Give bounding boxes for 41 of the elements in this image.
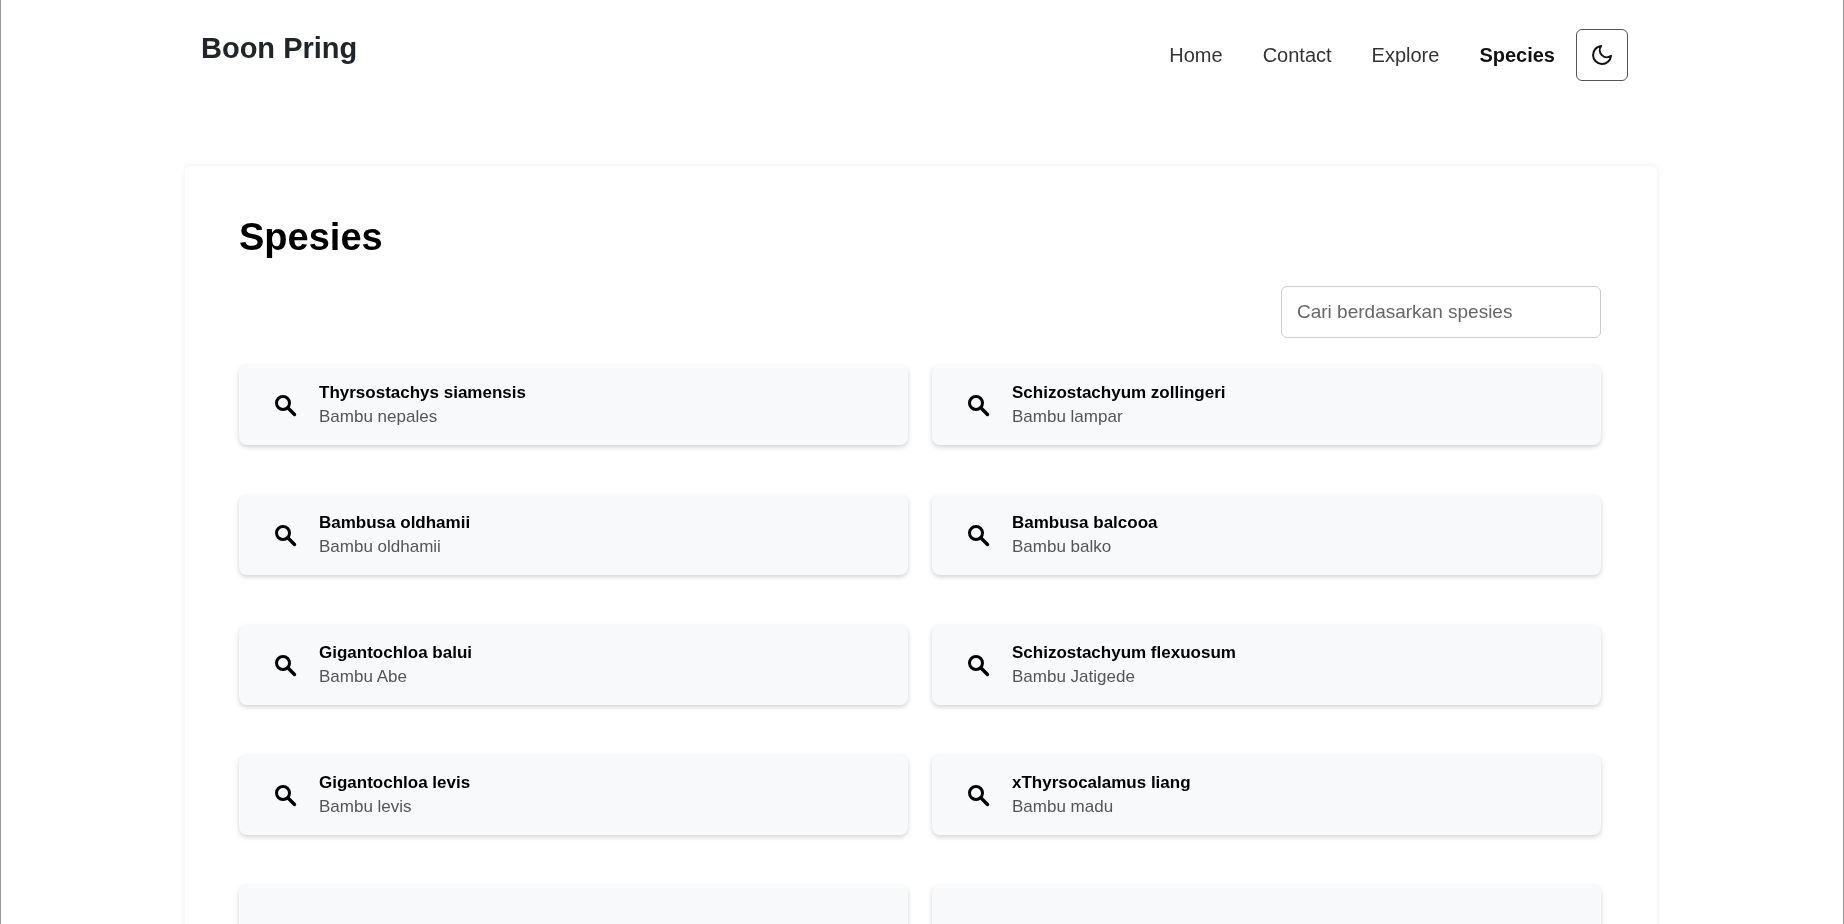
- species-card[interactable]: Thyrsostachys siamensis Bambu nepales: [239, 365, 908, 445]
- species-card[interactable]: xThyrsocalamus liang Bambu madu: [932, 755, 1601, 835]
- species-local-name: Bambu balko: [1012, 537, 1113, 557]
- brand-logo-text[interactable]: Boon Pring: [201, 32, 358, 65]
- species-name: Bambusa balcooa: [1012, 513, 1158, 533]
- species-local-name: Bambu Jatigede: [1012, 667, 1136, 687]
- species-name: Gigantochloa levis: [319, 773, 471, 793]
- species-local-name: Bambu lampar: [1012, 407, 1124, 427]
- species-local-name: Bambu madu: [1012, 797, 1115, 817]
- theme-toggle-button[interactable]: [1576, 29, 1628, 81]
- moon-icon: [1590, 43, 1614, 67]
- search-icon: [966, 653, 990, 677]
- species-name: xThyrsocalamus liang: [1012, 773, 1191, 793]
- species-card[interactable]: Gigantochloa balui Bambu Abe: [239, 625, 908, 705]
- search-icon: [966, 393, 990, 417]
- species-card[interactable]: Gigantochloa levis Bambu levis: [239, 755, 908, 835]
- species-card[interactable]: Bambusa balcooa Bambu balko: [932, 495, 1601, 575]
- search-icon: [273, 393, 297, 417]
- nav-link[interactable]: Home: [1169, 43, 1223, 67]
- search-field[interactable]: Cari berdasarkan spesies: [1281, 286, 1601, 338]
- search-icon: [273, 783, 297, 807]
- nav-link[interactable]: Species: [1479, 43, 1555, 67]
- species-local-name: Bambu nepales: [319, 407, 439, 427]
- species-local-name: Bambu levis: [319, 797, 413, 817]
- species-card[interactable]: Bambusa oldhamii Bambu oldhamii: [239, 495, 908, 575]
- species-local-name: Bambu oldhamii: [319, 537, 442, 557]
- search-icon: [966, 783, 990, 807]
- search-icon: [273, 523, 297, 547]
- species-card[interactable]: Schizostachyum flexuosum Bambu Jatigede: [932, 625, 1601, 705]
- species-local-name: Bambu Abe: [319, 667, 408, 687]
- species-name: Schizostachyum zollingeri: [1012, 383, 1226, 403]
- nav-link[interactable]: Explore: [1371, 43, 1440, 67]
- species-name: Thyrsostachys siamensis: [319, 383, 526, 403]
- species-name: Schizostachyum flexuosum: [1012, 643, 1236, 663]
- species-card[interactable]: Schizostachyum zollingeri Bambu lampar: [932, 365, 1601, 445]
- search-icon: [966, 523, 990, 547]
- nav-link[interactable]: Contact: [1262, 43, 1332, 67]
- species-name: Bambusa oldhamii: [319, 513, 471, 533]
- page-title: Spesies: [239, 216, 384, 259]
- species-name: Gigantochloa balui: [319, 643, 472, 663]
- search-icon: [273, 653, 297, 677]
